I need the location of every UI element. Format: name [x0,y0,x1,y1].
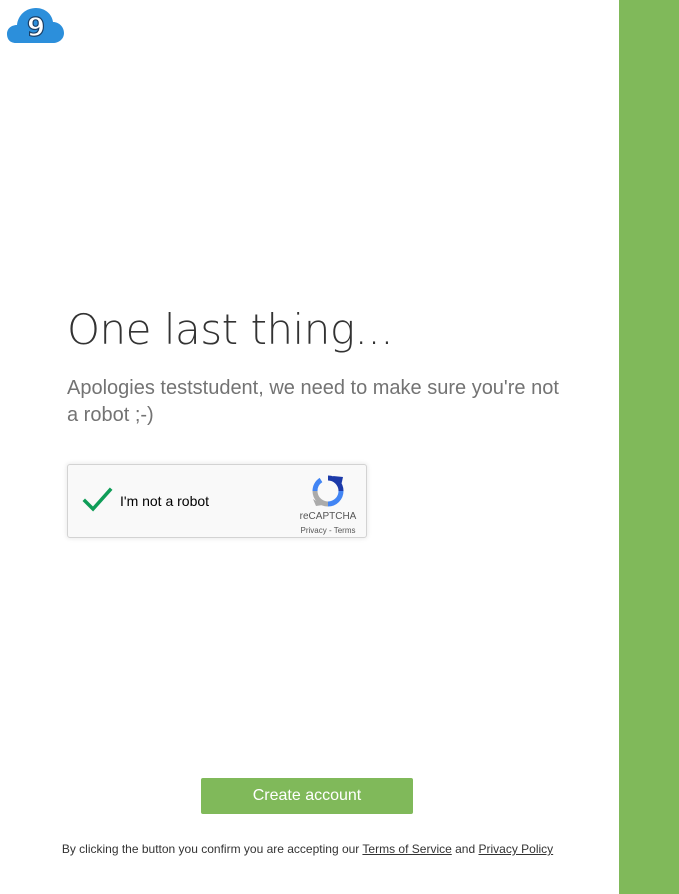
recaptcha-checkbox[interactable] [82,485,116,515]
logo-glyph: 9 [27,13,45,43]
legal-notice-and: and [451,842,479,856]
legal-notice: By clicking the button you confirm you a… [0,842,615,856]
terms-of-service-link[interactable]: Terms of Service [362,842,451,856]
cloud-icon: 9 [7,8,64,44]
green-sidebar [619,0,679,894]
recaptcha-widget[interactable]: I'm not a robot reCAPTCHA Privacy - Term… [67,464,367,538]
create-account-button[interactable]: Create account [201,778,413,814]
recaptcha-brand: reCAPTCHA [299,511,357,522]
cloud9-logo[interactable]: 9 [6,6,66,46]
page-title: One last thing... [67,305,394,354]
privacy-policy-link[interactable]: Privacy Policy [478,842,553,856]
recaptcha-terms-link[interactable]: Terms [334,526,356,535]
recaptcha-link-separator: - [326,526,334,535]
legal-notice-text: By clicking the button you confirm you a… [61,842,363,856]
recaptcha-label: I'm not a robot [120,493,210,509]
recaptcha-logo-icon [311,474,345,508]
page-subtitle: Apologies teststudent, we need to make s… [67,377,559,426]
checkmark-icon [82,487,113,512]
recaptcha-privacy-link[interactable]: Privacy [301,526,327,535]
recaptcha-links: Privacy - Terms [287,526,369,535]
